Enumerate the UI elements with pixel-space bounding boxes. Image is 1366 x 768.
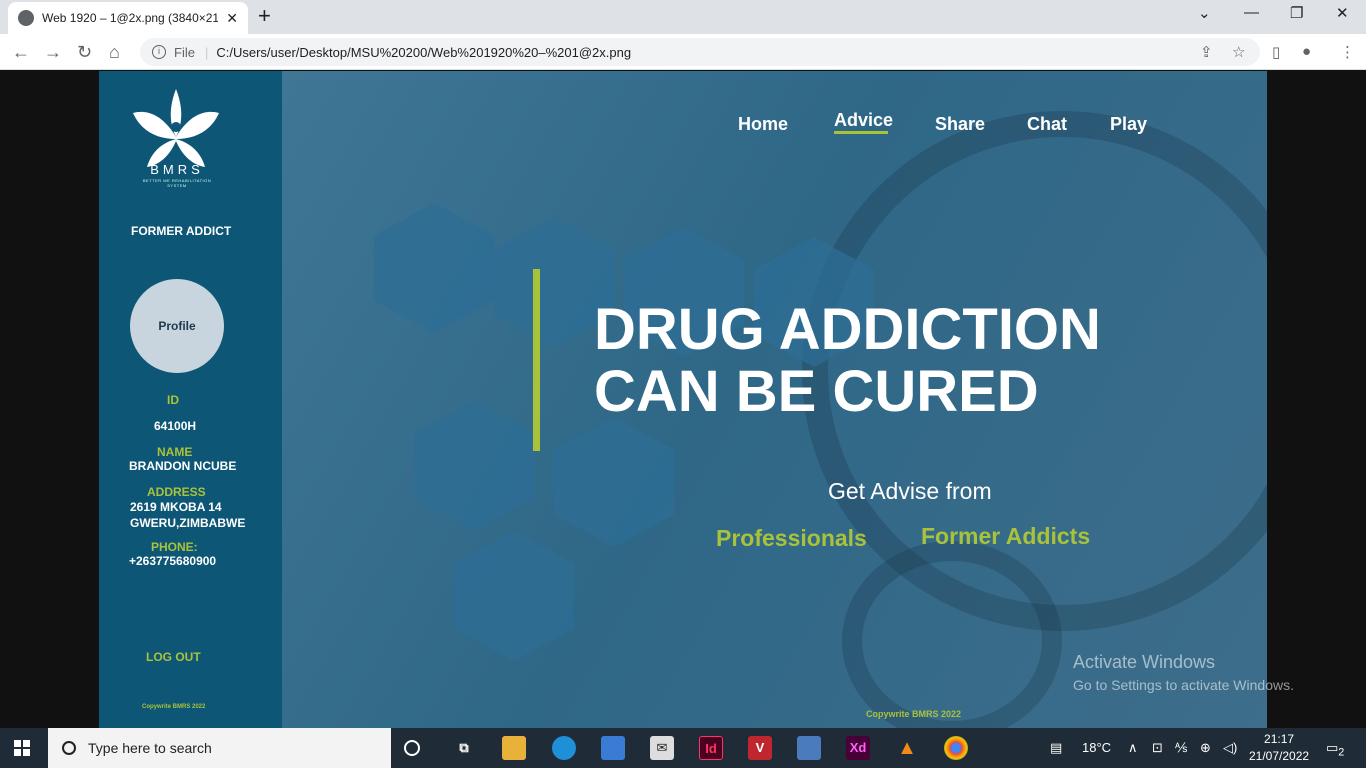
nav-home[interactable]: Home: [738, 114, 788, 135]
nav-active-underline: [834, 131, 888, 134]
tab-title: Web 1920 – 1@2x.png (3840×21: [42, 11, 219, 25]
id-label: ID: [167, 393, 179, 407]
share-icon[interactable]: ⇪: [1200, 43, 1213, 61]
bookmark-star-icon[interactable]: ☆: [1232, 43, 1245, 61]
stethoscope-chestpiece: [842, 541, 1062, 728]
separator: |: [204, 44, 209, 60]
network-icon[interactable]: ⊕: [1200, 740, 1211, 756]
file-label: File: [174, 44, 195, 60]
restore-button[interactable]: ❐: [1290, 4, 1303, 22]
indesign-icon[interactable]: Id: [699, 736, 723, 760]
tab-search-icon[interactable]: ⌄: [1198, 4, 1211, 22]
mail-icon[interactable]: ✉: [650, 736, 674, 760]
minimize-button[interactable]: —: [1244, 4, 1259, 21]
adobe-xd-icon[interactable]: Xd: [846, 736, 870, 760]
watermark-line1: Activate Windows: [1073, 652, 1216, 672]
id-value: 64100H: [154, 419, 197, 433]
watermark-line2: Go to Settings to activate Windows.: [1073, 677, 1294, 693]
device-icon[interactable]: ⊡: [1152, 740, 1163, 756]
browser-toolbar: ← → ↻ ⌂ i File | C:/Users/user/Desktop/M…: [0, 34, 1366, 70]
temperature[interactable]: 18°C: [1082, 740, 1111, 755]
phone-value: +263775680900: [129, 554, 217, 568]
close-window-button[interactable]: ✕: [1336, 4, 1349, 22]
store-icon[interactable]: [601, 736, 625, 760]
headline: DRUG ADDICTION CAN BE CURED: [594, 299, 1101, 423]
syringe-hex-icon: [414, 401, 534, 531]
app-window-icon[interactable]: [797, 736, 821, 760]
search-placeholder: Type here to search: [88, 740, 212, 756]
menu-icon[interactable]: ⋮: [1340, 43, 1355, 61]
clock[interactable]: 21:17 21/07/2022: [1249, 731, 1309, 765]
notification-icon[interactable]: ▭2: [1326, 740, 1344, 759]
nav-chat[interactable]: Chat: [1027, 114, 1067, 135]
doctor-hex-icon: [554, 417, 674, 547]
task-view-icon[interactable]: ⧉: [452, 736, 476, 760]
phone-label: PHONE:: [151, 540, 198, 554]
name-value: BRANDON NCUBE: [129, 459, 237, 473]
taskbar: Type here to search ⧉ ✉ Id V Xd ▲ ▤ 18°C…: [0, 728, 1366, 768]
logo-subtitle: BETTER ME REHABILITATION SYSTEM: [142, 178, 212, 188]
sidebar: BMRS BETTER ME REHABILITATION SYSTEM FOR…: [99, 71, 282, 728]
chevron-up-icon[interactable]: ∧: [1128, 740, 1138, 756]
clock-time: 21:17: [1264, 732, 1295, 746]
globe-icon: [18, 10, 34, 26]
back-icon[interactable]: ←: [12, 42, 30, 63]
nav-share[interactable]: Share: [935, 114, 985, 135]
notification-count: 2: [1338, 746, 1345, 759]
edge-icon[interactable]: [552, 736, 576, 760]
taskbar-search[interactable]: Type here to search: [48, 728, 391, 768]
info-icon[interactable]: i: [152, 45, 166, 59]
advise-subtitle: Get Advise from: [828, 478, 992, 504]
windows-start-icon[interactable]: [14, 740, 30, 756]
user-role: FORMER ADDICT: [131, 224, 232, 238]
volume-icon[interactable]: ◁): [1223, 740, 1237, 756]
file-explorer-icon[interactable]: [502, 736, 526, 760]
footer-copyright: Copywrite BMRS 2022: [866, 709, 962, 719]
new-tab-button[interactable]: +: [258, 4, 271, 28]
name-label: NAME: [157, 445, 193, 459]
nav-play[interactable]: Play: [1110, 114, 1147, 135]
chrome-icon[interactable]: [944, 736, 968, 760]
side-panel-icon[interactable]: ▯: [1272, 43, 1280, 61]
headline-line2: CAN BE CURED: [594, 359, 1039, 424]
search-icon: [62, 741, 76, 755]
activate-windows-watermark: Activate Windows Go to Settings to activ…: [1073, 652, 1294, 693]
vlc-icon[interactable]: ▲: [895, 736, 919, 760]
news-icon[interactable]: ▤: [1050, 740, 1062, 756]
sidebar-copyright: Copywrite BMRS 2022: [142, 704, 206, 710]
headline-line1: DRUG ADDICTION: [594, 297, 1101, 362]
former-addicts-link[interactable]: Former Addicts: [921, 523, 1090, 550]
reload-icon[interactable]: ↻: [77, 42, 92, 63]
hero-section: DRUG ADDICTION CAN BE CURED Get Advise f…: [282, 71, 1267, 728]
browser-tab[interactable]: Web 1920 – 1@2x.png (3840×21 ✕: [8, 2, 248, 34]
profile-avatar[interactable]: Profile: [130, 279, 224, 373]
logo-text: BMRS: [150, 162, 204, 177]
heart-hex-icon: [374, 203, 494, 333]
logout-button[interactable]: LOG OUT: [146, 650, 201, 664]
address-bar[interactable]: i File | C:/Users/user/Desktop/MSU%20200…: [140, 38, 1260, 66]
forward-icon[interactable]: →: [44, 42, 62, 63]
nav-advice[interactable]: Advice: [834, 110, 893, 131]
address-line1: 2619 MKOBA 14: [130, 500, 222, 514]
home-icon[interactable]: ⌂: [109, 42, 120, 63]
professionals-link[interactable]: Professionals: [716, 525, 867, 552]
address-label: ADDRESS: [147, 485, 206, 499]
envelope-hex-icon: [454, 531, 574, 661]
close-tab-icon[interactable]: ✕: [226, 10, 238, 27]
app-v-icon[interactable]: V: [748, 736, 772, 760]
address-line2: GWERU,ZIMBABWE: [130, 516, 246, 530]
profile-icon[interactable]: ●: [1302, 43, 1311, 60]
browser-tabbar: Web 1920 – 1@2x.png (3840×21 ✕ + ⌄ — ❐ ✕: [0, 0, 1366, 34]
url-text[interactable]: C:/Users/user/Desktop/MSU%20200/Web%2019…: [216, 45, 631, 60]
page-content: BMRS BETTER ME REHABILITATION SYSTEM FOR…: [99, 71, 1267, 728]
clock-date: 21/07/2022: [1249, 749, 1310, 763]
headline-accent-bar: [533, 269, 540, 451]
cortana-icon[interactable]: [404, 740, 420, 756]
language-icon[interactable]: ⅍: [1175, 740, 1187, 755]
